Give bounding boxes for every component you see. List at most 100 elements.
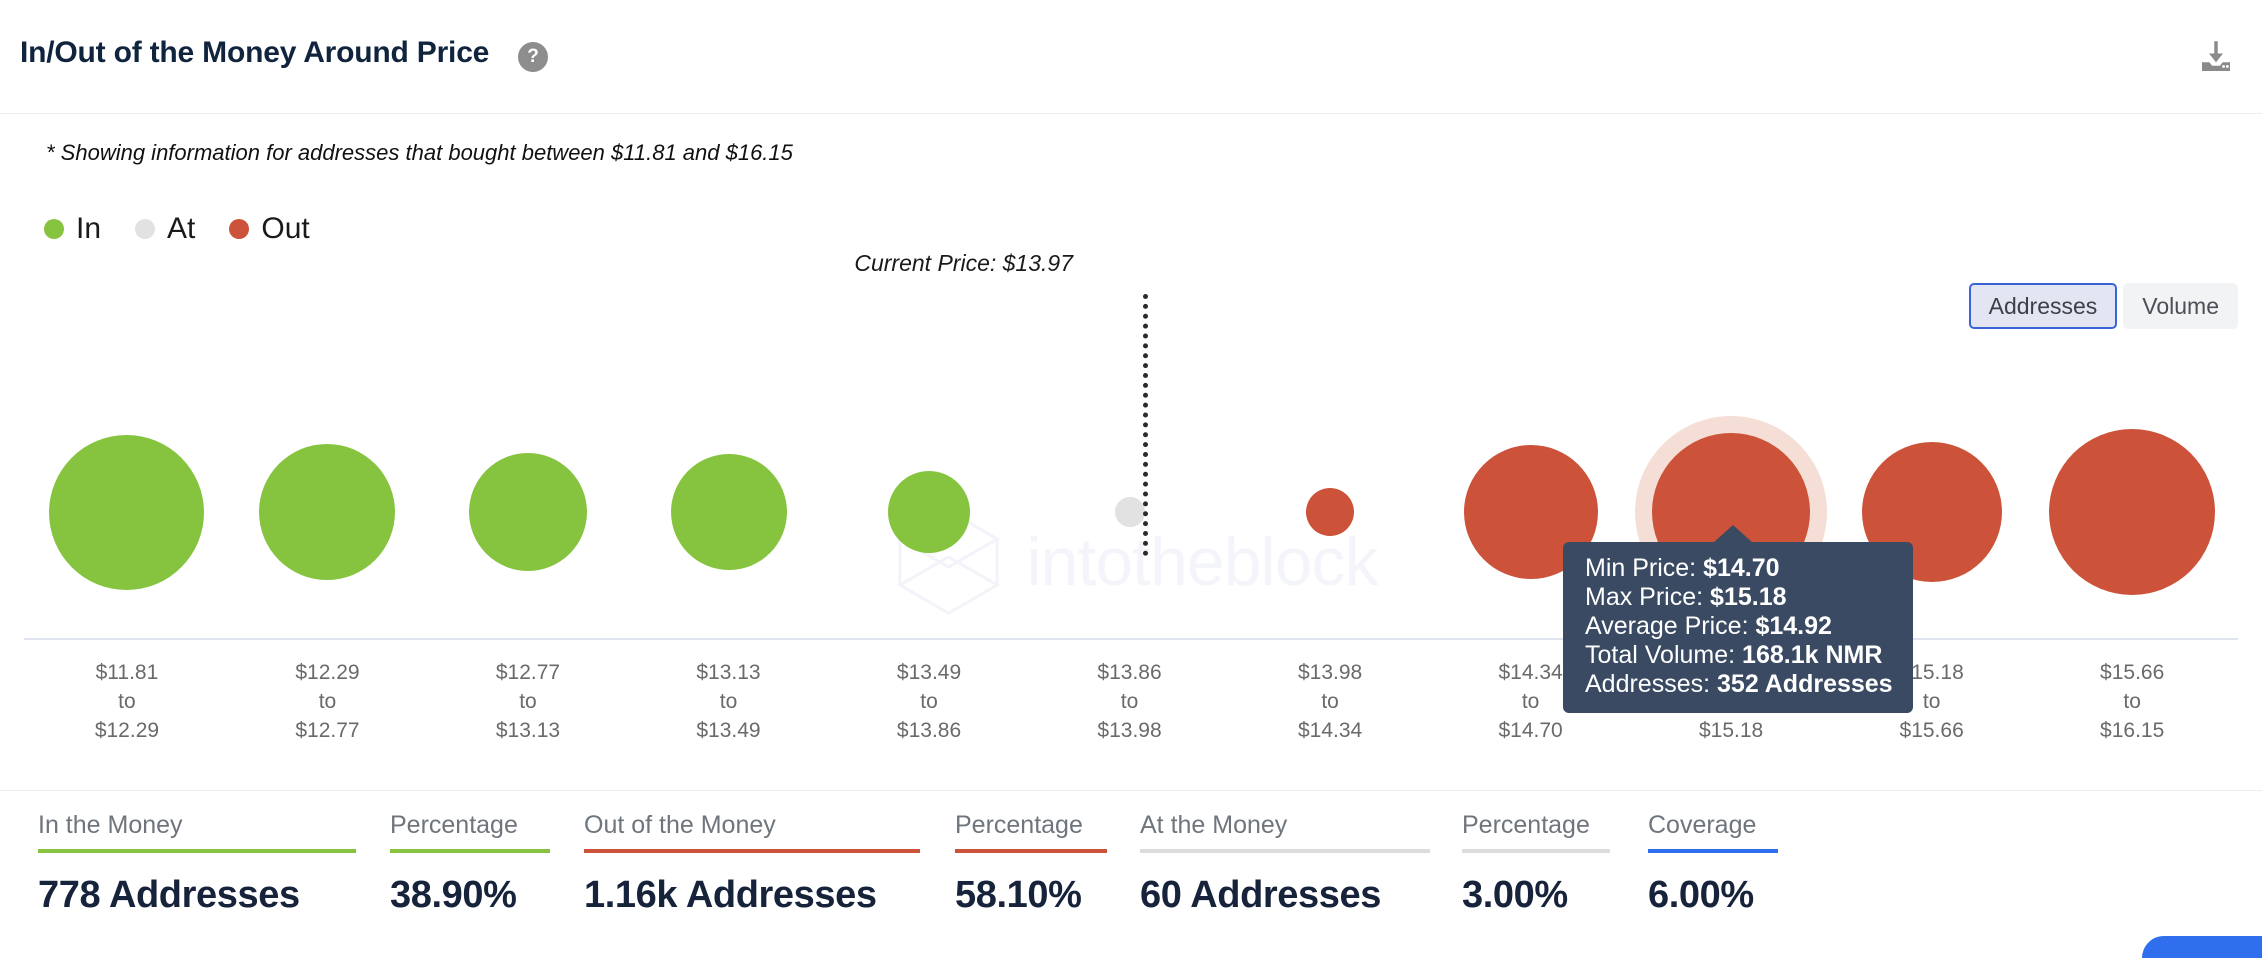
question-mark-circle-icon[interactable]: ?: [518, 42, 548, 72]
x-axis-tick-line: to: [1521, 690, 1540, 713]
toggle-addresses-button[interactable]: Addresses: [1968, 283, 2118, 329]
x-axis-tick-line: $12.29: [94, 719, 160, 742]
x-axis-tick-line: to: [920, 690, 938, 713]
stat-label: In the Money: [38, 811, 183, 839]
x-axis-tick-line: $15.18: [1698, 719, 1764, 742]
toggle-volume-button[interactable]: Volume: [2123, 283, 2238, 329]
legend-item-in[interactable]: In: [44, 212, 101, 246]
page-title: In/Out of the Money Around Price: [20, 36, 490, 69]
legend-label-out: Out: [261, 212, 310, 245]
summary-stats: In the Money 778 Addresses Percentage 38.90…: [0, 790, 2262, 958]
stat-value: 38.90%: [390, 874, 517, 916]
bubble-in-2[interactable]: [468, 453, 587, 571]
tooltip-min-price-label: Min Price:: [1585, 554, 1697, 582]
legend-item-at[interactable]: At: [135, 212, 195, 246]
tooltip-row-addresses: Addresses: 352 Addresses: [1585, 670, 1893, 699]
stat-label: At the Money: [1140, 811, 1288, 839]
bubble-out-10[interactable]: [2049, 429, 2216, 595]
x-axis-tick-line: to: [719, 690, 738, 713]
x-axis-tick-line: $13.98: [1297, 661, 1363, 684]
bubble-tooltip: Min Price: $14.70 Max Price: $15.18 Aver…: [1563, 525, 1913, 713]
tooltip-average-price-label: Average Price:: [1585, 612, 1749, 640]
stat-label: Coverage: [1648, 811, 1757, 839]
x-axis-tick-line: $13.86: [896, 719, 962, 742]
x-axis-tick-line: $13.98: [1097, 719, 1162, 742]
x-axis-tick-line: $14.34: [1498, 661, 1563, 684]
x-axis-tick-5: $13.86 to $13.98: [1097, 658, 1161, 745]
tooltip-min-price-value: $14.70: [1703, 554, 1780, 582]
x-axis-tick-4: $13.49 to $13.86: [897, 658, 961, 745]
tooltip-row-total-volume: Total Volume: 168.1k NMR: [1585, 641, 1893, 670]
x-axis-tick-line: $15.66: [2100, 661, 2165, 684]
tooltip-total-volume-value: 168.1k NMR: [1742, 641, 1883, 669]
download-icon[interactable]: [2194, 36, 2238, 78]
legend-dot-in-icon: [44, 219, 64, 239]
tooltip-addresses-label: Addresses:: [1585, 670, 1711, 698]
x-axis-tick-2: $12.77 to $13.13: [496, 658, 560, 745]
tooltip-row-average-price: Average Price: $14.92: [1585, 612, 1893, 641]
bubble-in-3[interactable]: [670, 454, 787, 570]
stat-label: Out of the Money: [584, 811, 776, 839]
x-axis-tick-1: $12.29 to $12.77: [295, 658, 359, 745]
x-axis-tick-0: $11.81 to $12.29: [95, 658, 159, 745]
x-axis-tick-line: $13.86: [1097, 661, 1162, 684]
stat-value: 60 Addresses: [1140, 874, 1381, 916]
x-axis-tick-line: $13.49: [896, 661, 962, 684]
tooltip-max-price-value: $15.18: [1710, 583, 1787, 611]
stat-rule: [1140, 849, 1430, 853]
stat-label: Percentage: [390, 811, 518, 839]
x-axis-tick-3: $13.13 to $13.49: [696, 658, 760, 745]
stat-card-2: Out of the Money 1.16k Addresses: [584, 811, 920, 917]
widget-header: In/Out of the Money Around Price ?: [0, 0, 2262, 114]
stat-rule: [955, 849, 1107, 853]
bubble-in-0[interactable]: [49, 434, 205, 590]
x-axis-tick-line: $13.13: [696, 661, 761, 684]
x-axis: $11.81 to $12.29 $12.29 to $12.77 $12.77 to $13.…: [0, 648, 2262, 758]
stat-card-6: Coverage 6.00%: [1648, 811, 1778, 917]
x-axis-tick-line: to: [519, 690, 537, 713]
current-price-label: Current Price: $13.97: [854, 250, 1073, 276]
tooltip-max-price-label: Max Price:: [1585, 583, 1704, 611]
legend-dot-at-icon: [135, 219, 156, 239]
stat-card-1: Percentage 38.90%: [390, 811, 550, 917]
legend-item-out[interactable]: Out: [229, 212, 310, 246]
x-axis-tick-line: to: [1120, 690, 1139, 713]
legend-label-at: At: [167, 212, 196, 245]
x-axis-tick-line: $13.13: [495, 719, 561, 742]
x-axis-tick-line: to: [318, 690, 337, 713]
stat-card-4: At the Money 60 Addresses: [1140, 811, 1430, 917]
stat-value: 3.00%: [1462, 874, 1568, 916]
subtitle-note: * Showing information for addresses that…: [46, 140, 793, 165]
bubble-out-6[interactable]: [1306, 488, 1355, 536]
bubble-in-4[interactable]: [888, 471, 971, 553]
x-axis-tick-line: $16.15: [2100, 719, 2165, 742]
x-axis-tick-6: $13.98 to $14.34: [1298, 658, 1362, 745]
stat-rule: [390, 849, 550, 853]
x-axis-tick-line: $14.34: [1297, 719, 1363, 742]
stat-value: 58.10%: [955, 874, 1082, 916]
tooltip-row-min-price: Min Price: $14.70: [1585, 554, 1893, 583]
x-axis-tick-line: $13.49: [696, 719, 761, 742]
tooltip-row-max-price: Max Price: $15.18: [1585, 583, 1893, 612]
x-axis-tick-7: $14.34 to $14.70: [1498, 658, 1562, 745]
in-out-of-money-widget: In/Out of the Money Around Price ? * Sho…: [0, 0, 2262, 958]
x-axis-tick-line: $11.81: [95, 661, 159, 684]
tooltip-total-volume-label: Total Volume:: [1585, 641, 1736, 669]
x-axis-tick-line: to: [2123, 690, 2141, 713]
corner-accent: [2142, 936, 2262, 958]
legend: In At Out: [44, 212, 344, 246]
bubble-plot: intotheblock Current Price: $13.97: [0, 250, 2262, 640]
stat-value: 6.00%: [1648, 874, 1754, 916]
bubble-in-1[interactable]: [259, 444, 396, 580]
x-axis-tick-line: to: [1321, 690, 1339, 713]
x-axis-tick-line: $15.66: [1899, 719, 1964, 742]
x-axis-tick-line: $12.29: [295, 661, 360, 684]
bubble-at-5[interactable]: [1114, 497, 1145, 527]
stat-card-3: Percentage 58.10%: [955, 811, 1107, 917]
stat-rule: [1648, 849, 1778, 853]
stat-card-0: In the Money 778 Addresses: [38, 811, 356, 917]
stat-card-5: Percentage 3.00%: [1462, 811, 1610, 917]
x-axis-tick-line: to: [118, 690, 136, 713]
x-axis-tick-line: $12.77: [295, 719, 360, 742]
tooltip-average-price-value: $14.92: [1755, 612, 1832, 640]
